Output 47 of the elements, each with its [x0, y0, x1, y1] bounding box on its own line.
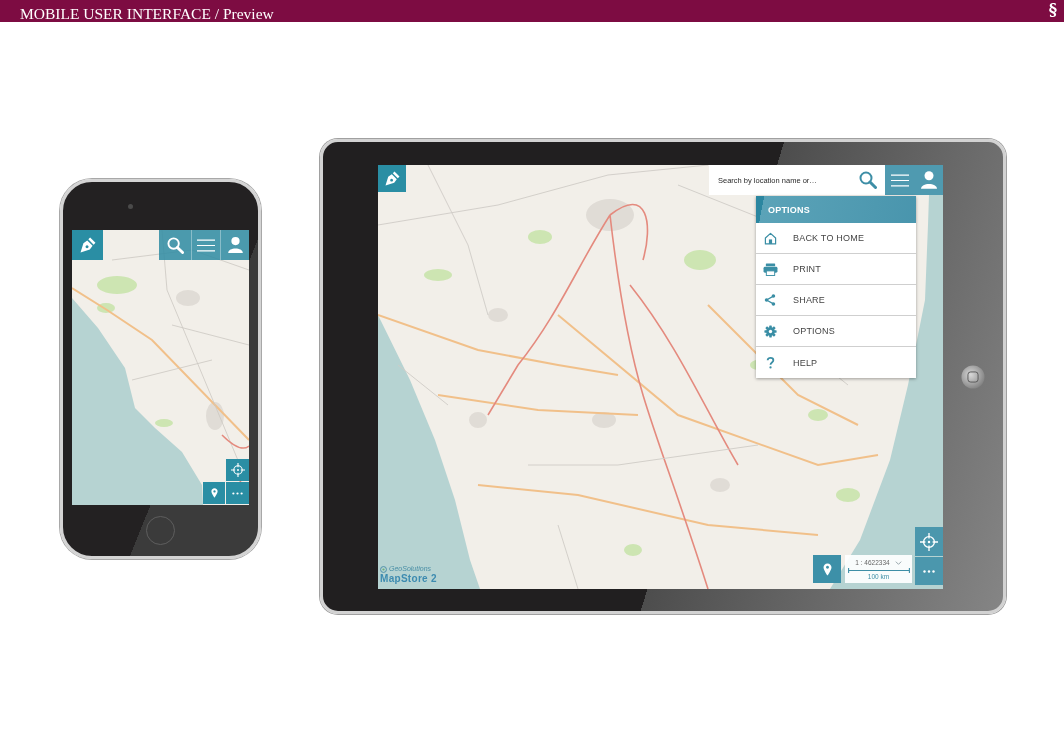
caret-icon [894, 560, 902, 565]
page-title: MOBILE USER INTERFACE / Preview [20, 6, 274, 21]
camera-icon [128, 203, 133, 209]
location-button[interactable] [813, 555, 841, 583]
search-icon [859, 171, 877, 189]
share-icon [764, 294, 776, 306]
menu-header: OPTIONS [756, 196, 916, 223]
user-button[interactable] [220, 230, 249, 260]
menu-button[interactable] [191, 230, 220, 260]
menu-item[interactable]: SHARE [756, 285, 916, 316]
map-pin-icon [210, 488, 218, 498]
crosshair-icon [920, 532, 938, 551]
menu-button[interactable] [885, 165, 914, 195]
user-button[interactable] [914, 165, 943, 195]
user-icon [227, 237, 243, 253]
pen-icon [384, 171, 400, 186]
map-pin-icon [822, 562, 832, 576]
locate-button[interactable] [226, 459, 249, 481]
menu-icon [890, 173, 909, 187]
menu-icon [197, 238, 215, 252]
product-logo-text: MapStore 2 [380, 573, 437, 584]
menu-item[interactable]: HELP [756, 347, 916, 378]
menu-item[interactable]: OPTIONS [756, 316, 916, 347]
settings-icon [763, 324, 777, 338]
location-button[interactable] [203, 482, 225, 504]
home-icon [763, 231, 777, 245]
home-key-drawing [961, 365, 985, 389]
logo: § [1048, 1, 1057, 19]
menu-item[interactable]: BACK TO HOME [756, 223, 916, 254]
more-button[interactable] [226, 482, 249, 504]
locate-button[interactable] [915, 527, 943, 556]
crosshair-icon [230, 463, 245, 477]
search-button[interactable] [159, 230, 191, 260]
printer-icon [762, 262, 778, 276]
globe-icon [380, 565, 387, 573]
more-button[interactable] [915, 557, 943, 585]
user-icon [920, 171, 937, 189]
search-button[interactable] [859, 165, 885, 195]
draw-button[interactable] [72, 230, 103, 260]
more-icon [232, 491, 243, 495]
pen-icon [79, 237, 96, 253]
menu-item[interactable]: PRINT [756, 254, 916, 285]
scale-bar [847, 568, 910, 573]
help-icon [765, 356, 775, 369]
more-icon [923, 569, 935, 573]
search-icon [166, 236, 184, 254]
draw-button[interactable] [378, 165, 406, 192]
